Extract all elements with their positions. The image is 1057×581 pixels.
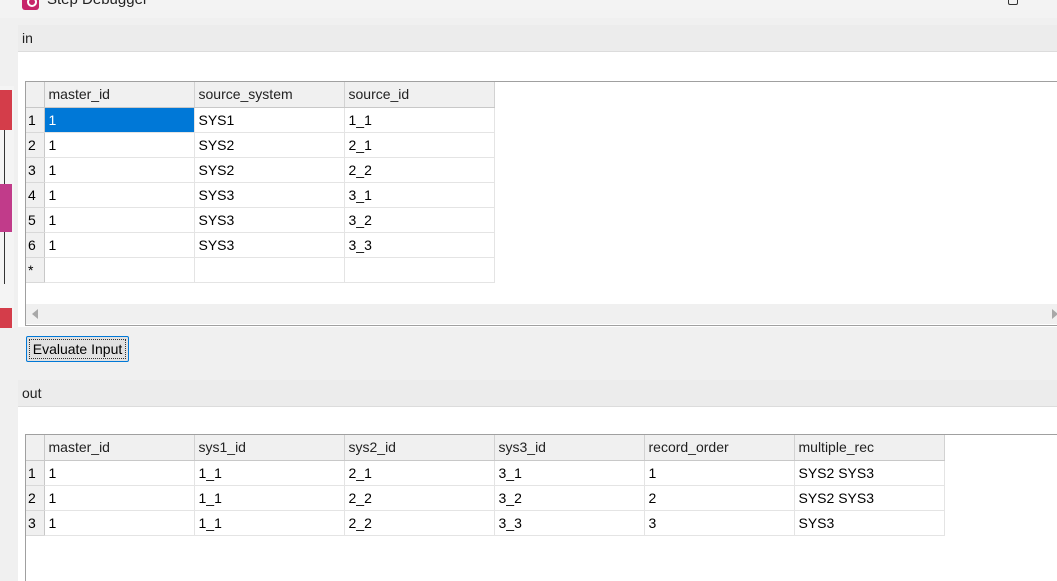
table-cell[interactable]: 3_2 (344, 207, 495, 233)
table-cell[interactable]: 2_1 (344, 132, 495, 158)
table-cell[interactable]: 2_2 (344, 510, 495, 536)
row-header[interactable]: 2 (26, 485, 45, 511)
row-header[interactable]: 2 (26, 132, 45, 158)
row-header[interactable]: 1 (26, 107, 45, 133)
in-table: master_id source_system source_id 1 1 SY… (26, 82, 495, 283)
column-header[interactable]: sys3_id (494, 435, 645, 461)
table-cell[interactable]: SYS1 (194, 107, 345, 133)
table-row[interactable]: 3 1 1_1 2_2 3_3 3 SYS3 (26, 510, 945, 536)
table-row[interactable]: 1 1 1_1 2_1 3_1 1 SYS2 SYS3 (26, 460, 945, 486)
table-row[interactable]: 2 1 SYS2 2_1 (26, 132, 495, 158)
table-cell[interactable]: 1 (44, 132, 195, 158)
table-cell[interactable]: 3_2 (494, 485, 645, 511)
table-row[interactable]: 4 1 SYS3 3_1 (26, 182, 495, 208)
scroll-left-icon[interactable] (32, 309, 38, 319)
horizontal-scrollbar[interactable] (26, 304, 1057, 324)
table-cell[interactable]: 3_3 (344, 232, 495, 258)
background-canvas-strip (0, 86, 14, 328)
row-header[interactable]: 6 (26, 232, 45, 258)
out-table: master_id sys1_id sys2_id sys3_id record… (26, 435, 945, 536)
out-grid[interactable]: master_id sys1_id sys2_id sys3_id record… (25, 434, 1057, 581)
table-cell[interactable]: SYS3 (794, 510, 945, 536)
table-cell[interactable]: 1 (44, 232, 195, 258)
table-cell[interactable]: 2 (644, 485, 795, 511)
table-cell[interactable]: SYS2 SYS3 (794, 460, 945, 486)
flow-node-icon (0, 308, 12, 328)
table-cell[interactable]: SYS2 (194, 132, 345, 158)
connector-line (4, 130, 5, 186)
title-bar: Step Debugger (0, 0, 1057, 18)
column-header[interactable]: sys1_id (194, 435, 345, 461)
table-cell[interactable]: 2_2 (344, 485, 495, 511)
table-cell[interactable]: SYS3 (194, 182, 345, 208)
row-header[interactable]: 3 (26, 157, 45, 183)
table-cell[interactable]: 1 (44, 182, 195, 208)
window-title: Step Debugger (47, 0, 148, 9)
table-cell[interactable]: 1 (44, 157, 195, 183)
column-header[interactable]: multiple_rec (794, 435, 945, 461)
table-cell[interactable]: 1 (44, 107, 195, 133)
grid-corner[interactable] (26, 82, 45, 108)
out-section-label: out (18, 380, 1057, 406)
flow-node-icon (0, 90, 12, 130)
table-row[interactable]: 5 1 SYS3 3_2 (26, 207, 495, 233)
table-cell[interactable]: SYS3 (194, 232, 345, 258)
table-row[interactable]: 3 1 SYS2 2_2 (26, 157, 495, 183)
table-cell[interactable]: 3_3 (494, 510, 645, 536)
column-header[interactable]: sys2_id (344, 435, 495, 461)
row-header[interactable]: 3 (26, 510, 45, 536)
table-cell[interactable]: 1 (44, 207, 195, 233)
column-header[interactable]: master_id (44, 82, 195, 108)
table-cell[interactable]: 2_2 (344, 157, 495, 183)
table-cell[interactable]: 1_1 (194, 510, 345, 536)
evaluate-input-button[interactable]: Evaluate Input (26, 336, 129, 362)
column-header[interactable]: source_id (344, 82, 495, 108)
row-header[interactable]: 1 (26, 460, 45, 486)
maximize-icon[interactable] (1008, 0, 1018, 5)
column-header[interactable]: record_order (644, 435, 795, 461)
row-header[interactable]: 4 (26, 182, 45, 208)
flow-node-icon (0, 184, 12, 232)
app-logo-icon (22, 0, 39, 10)
table-cell[interactable]: 1_1 (194, 485, 345, 511)
table-cell[interactable]: 1 (644, 460, 795, 486)
in-section-label: in (18, 25, 1057, 51)
table-cell[interactable]: 1 (44, 510, 195, 536)
table-cell[interactable]: 3_1 (494, 460, 645, 486)
new-row-marker[interactable]: * (26, 257, 45, 283)
table-cell[interactable]: 1 (44, 460, 195, 486)
table-row[interactable]: 6 1 SYS3 3_3 (26, 232, 495, 258)
table-cell[interactable]: 1 (44, 485, 195, 511)
row-header[interactable]: 5 (26, 207, 45, 233)
table-cell[interactable]: 1_1 (344, 107, 495, 133)
column-header[interactable]: source_system (194, 82, 345, 108)
table-cell[interactable]: SYS2 (194, 157, 345, 183)
table-cell[interactable] (44, 257, 195, 283)
scroll-right-icon[interactable] (1052, 309, 1057, 319)
table-row[interactable]: 1 1 SYS1 1_1 (26, 107, 495, 133)
new-row[interactable]: * (26, 257, 495, 283)
table-row[interactable]: 2 1 1_1 2_2 3_2 2 SYS2 SYS3 (26, 485, 945, 511)
in-grid[interactable]: master_id source_system source_id 1 1 SY… (25, 81, 1057, 326)
table-cell[interactable]: 3_1 (344, 182, 495, 208)
column-header[interactable]: master_id (44, 435, 195, 461)
grid-corner[interactable] (26, 435, 45, 461)
table-cell[interactable]: 2_1 (344, 460, 495, 486)
table-cell[interactable]: 1_1 (194, 460, 345, 486)
table-cell[interactable]: 3 (644, 510, 795, 536)
table-cell[interactable]: SYS3 (194, 207, 345, 233)
table-cell[interactable] (344, 257, 495, 283)
table-cell[interactable] (194, 257, 345, 283)
connector-line (4, 232, 5, 284)
table-cell[interactable]: SYS2 SYS3 (794, 485, 945, 511)
